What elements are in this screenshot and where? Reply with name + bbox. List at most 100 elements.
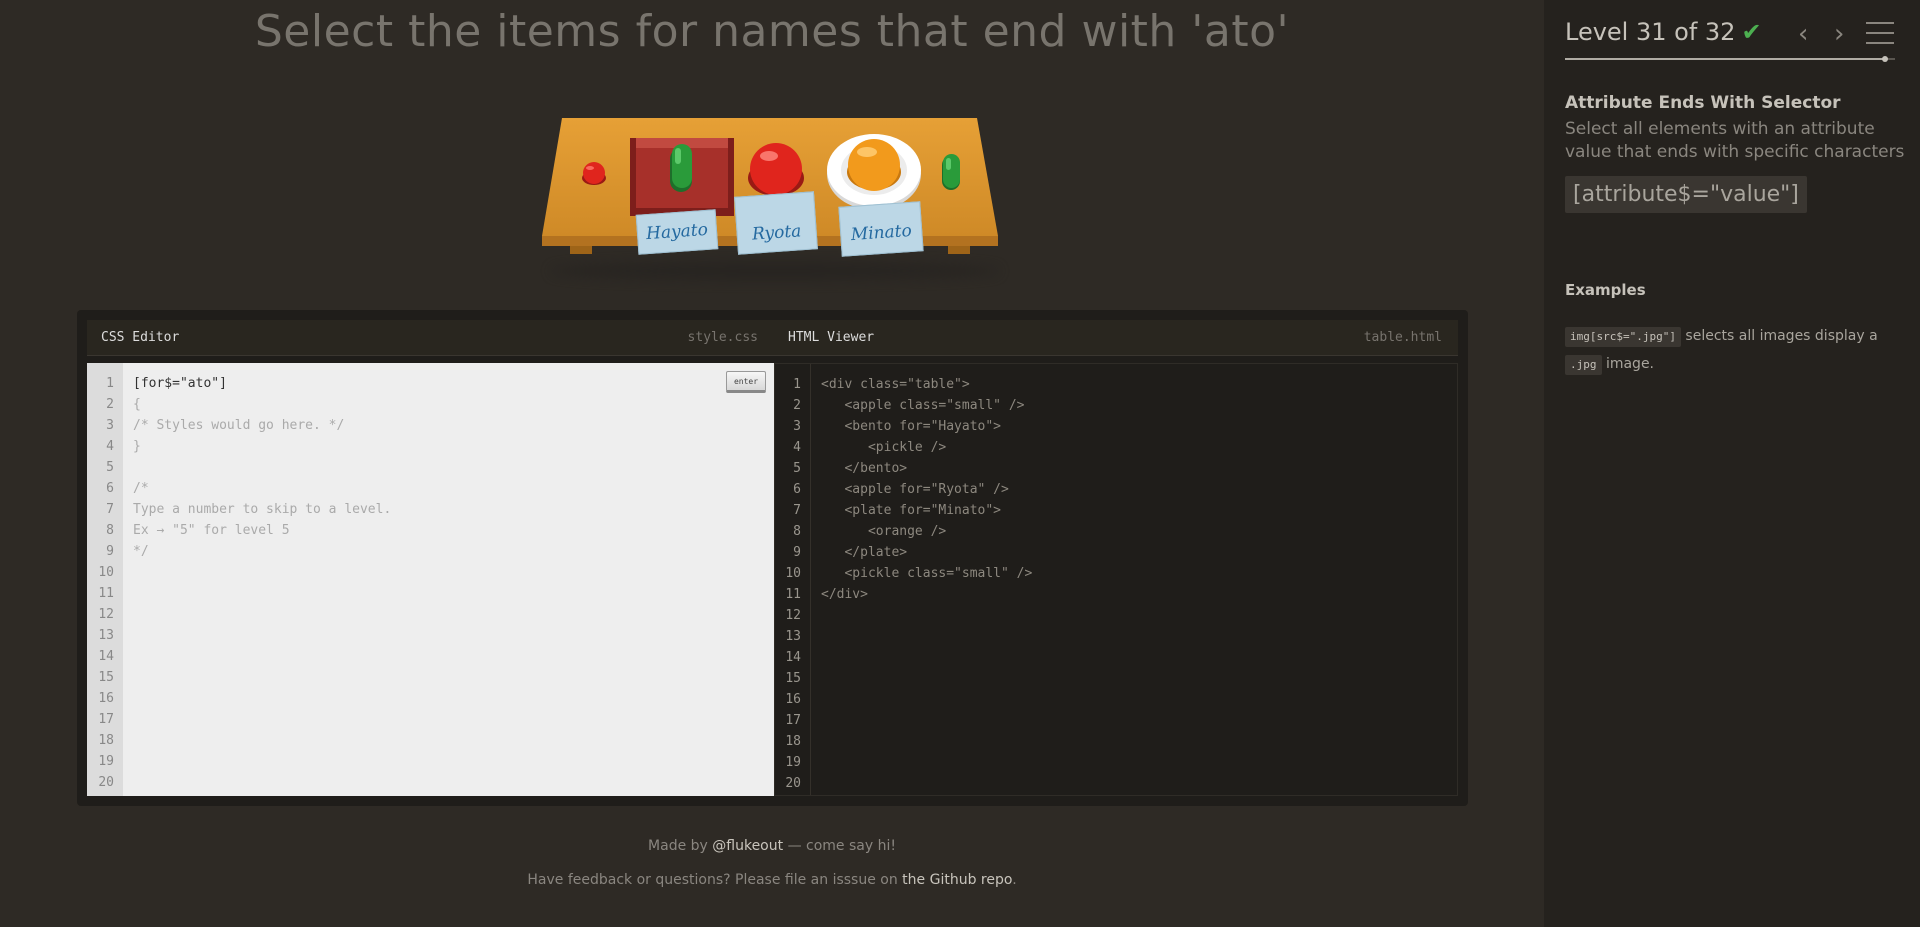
- html-code-line[interactable]: <pickle class="small" />: [821, 563, 1032, 584]
- name-card-hayato: Hayato: [635, 209, 719, 255]
- level-indicator[interactable]: Level 31 of 32 ✔: [1565, 18, 1762, 46]
- line-number: 19: [98, 754, 114, 769]
- css-code-line: Type a number to skip to a level.: [133, 502, 392, 517]
- html-line-numbers: 1 2 3 4 5 6 7 8 9 10 11 12 13 14 15 16 17 18 19 20: [775, 364, 811, 795]
- line-number: 8: [793, 524, 801, 539]
- editor-panel: CSS Editor style.css HTML Viewer table.h…: [77, 310, 1468, 806]
- html-code-line[interactable]: <apple for="Ryota" />: [821, 479, 1032, 500]
- html-code: <div class="table"> <apple class="small"…: [821, 374, 1032, 605]
- line-number: 14: [98, 649, 114, 664]
- progress-fill: [1565, 56, 1889, 62]
- html-code-line[interactable]: </div>: [821, 584, 1032, 605]
- selector-name: Attribute Ends With Selector: [1565, 93, 1841, 113]
- html-code-line[interactable]: <div class="table">: [821, 374, 1032, 395]
- level-instruction: Select the items for names that end with…: [254, 6, 1290, 57]
- html-code-line[interactable]: <plate for="Minato">: [821, 500, 1032, 521]
- line-number: 19: [785, 755, 801, 770]
- line-number: 17: [98, 712, 114, 727]
- footer-feedback: Have feedback or questions? Please file …: [0, 872, 1544, 888]
- css-line-numbers: 1 2 3 4 5 6 7 8 9 10 11 12 13 14 15 16 17 18 19 20: [87, 363, 123, 796]
- line-number: 4: [793, 440, 801, 455]
- line-number: 15: [785, 671, 801, 686]
- example-code: img[src$=".jpg"]: [1565, 327, 1681, 347]
- html-code-line[interactable]: <orange />: [821, 521, 1032, 542]
- example-code: .jpg: [1565, 355, 1602, 375]
- line-number: 11: [98, 586, 114, 601]
- line-number: 9: [106, 544, 114, 559]
- html-code-line[interactable]: <bento for="Hayato">: [821, 416, 1032, 437]
- enter-button[interactable]: enter: [726, 371, 766, 393]
- line-number: 12: [785, 608, 801, 623]
- html-code-line[interactable]: </plate>: [821, 542, 1032, 563]
- footer-text: — come say hi!: [787, 838, 896, 854]
- main-area: Select the items for names that end with…: [0, 0, 1544, 927]
- example-item: img[src$=".jpg"] selects all images disp…: [1565, 322, 1905, 378]
- html-code-line[interactable]: </bento>: [821, 458, 1032, 479]
- line-number: 14: [785, 650, 801, 665]
- html-viewer-title: HTML Viewer: [788, 330, 875, 345]
- example-text: selects all images display a: [1685, 328, 1878, 344]
- name-card-minato: Minato: [838, 201, 924, 257]
- line-number: 9: [793, 545, 801, 560]
- css-editor-header: CSS Editor style.css: [87, 320, 774, 356]
- plate-minato[interactable]: [825, 132, 923, 212]
- css-code-line: Ex → "5" for level 5: [133, 523, 290, 538]
- line-number: 20: [785, 776, 801, 791]
- github-link[interactable]: the Github repo: [902, 872, 1012, 888]
- html-code-line[interactable]: <pickle />: [821, 437, 1032, 458]
- line-number: 2: [106, 397, 114, 412]
- css-code-line: /* Styles would go here. */: [133, 418, 345, 433]
- bento-hayato[interactable]: [630, 134, 734, 220]
- flukeout-link[interactable]: @flukeout: [712, 838, 783, 854]
- line-number: 16: [785, 692, 801, 707]
- table-shadow: [550, 262, 1000, 280]
- small-apple[interactable]: [580, 160, 608, 188]
- apple-ryota[interactable]: [745, 142, 807, 200]
- line-number: 13: [98, 628, 114, 643]
- line-number: 5: [106, 460, 114, 475]
- html-viewer-header: HTML Viewer table.html: [774, 320, 1458, 356]
- line-number: 20: [98, 775, 114, 790]
- selector-syntax: [attribute$="value"]: [1565, 176, 1807, 213]
- line-number: 7: [793, 503, 801, 518]
- selector-description: Select all elements with an attribute va…: [1565, 119, 1905, 162]
- check-icon: ✔: [1741, 18, 1762, 46]
- examples-title: Examples: [1565, 281, 1646, 299]
- line-number: 3: [106, 418, 114, 433]
- small-pickle[interactable]: [940, 152, 962, 192]
- line-number: 10: [785, 566, 801, 581]
- css-code: [for$="ato"] { /* Styles would go here. *…: [133, 373, 391, 562]
- css-code-line: /*: [133, 481, 149, 496]
- next-level-icon[interactable]: ›: [1834, 18, 1844, 50]
- name-card-ryota: Ryota: [734, 191, 818, 255]
- html-viewer: 1 2 3 4 5 6 7 8 9 10 11 12 13 14 15 16 17 18 19 20 <div cla…: [774, 363, 1458, 796]
- line-number: 13: [785, 629, 801, 644]
- line-number: 6: [106, 481, 114, 496]
- line-number: 12: [98, 607, 114, 622]
- menu-icon[interactable]: [1866, 22, 1894, 44]
- html-code-line[interactable]: <apple class="small" />: [821, 395, 1032, 416]
- css-code-line: {: [133, 397, 141, 412]
- css-code-line: [133, 457, 391, 478]
- css-input[interactable]: [for$="ato"]: [133, 373, 391, 394]
- css-editor[interactable]: 1 2 3 4 5 6 7 8 9 10 11 12 13 14 15 16 17 18 19 20 [for$="a…: [87, 363, 774, 796]
- line-number: 17: [785, 713, 801, 728]
- line-number: 8: [106, 523, 114, 538]
- table-scene: Hayato Ryota Minato: [540, 112, 1010, 282]
- line-number: 4: [106, 439, 114, 454]
- line-number: 2: [793, 398, 801, 413]
- sidebar: Level 31 of 32 ✔ ‹ › Attribute Ends With …: [1544, 0, 1920, 927]
- line-number: 1: [106, 376, 114, 391]
- footer-text: Have feedback or questions? Please file …: [527, 872, 898, 888]
- line-number: 1: [793, 377, 801, 392]
- previous-level-icon[interactable]: ‹: [1798, 18, 1808, 50]
- line-number: 11: [785, 587, 801, 602]
- line-number: 6: [793, 482, 801, 497]
- css-editor-title: CSS Editor: [101, 330, 180, 345]
- line-number: 18: [98, 733, 114, 748]
- css-code-line: */: [133, 544, 149, 559]
- html-filename: table.html: [1363, 330, 1442, 345]
- footer-text: .: [1012, 872, 1017, 888]
- css-code-line: }: [133, 439, 141, 454]
- line-number: 15: [98, 670, 114, 685]
